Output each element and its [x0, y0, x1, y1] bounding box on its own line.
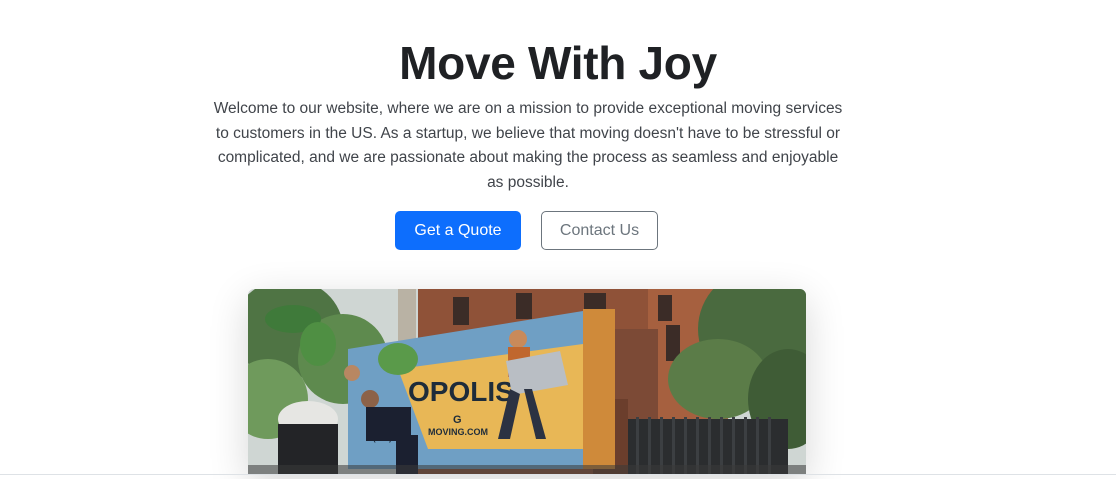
truck-brand-text: OPOLIS [408, 376, 514, 407]
get-a-quote-button[interactable]: Get a Quote [395, 211, 521, 250]
bottom-divider [0, 474, 1116, 475]
landing-page: Move With Joy Welcome to our website, wh… [0, 0, 1116, 479]
contact-us-button[interactable]: Contact Us [541, 211, 658, 250]
hero-title: Move With Joy [399, 37, 717, 89]
hero-lead-text: Welcome to our website, where we are on … [213, 100, 843, 191]
truck-url-text: MOVING.COM [428, 427, 488, 437]
truck-sub-text: G [453, 414, 462, 426]
hero-moving-photo: OPOLIS G (917) 720 • MOVING.COM [248, 289, 806, 475]
